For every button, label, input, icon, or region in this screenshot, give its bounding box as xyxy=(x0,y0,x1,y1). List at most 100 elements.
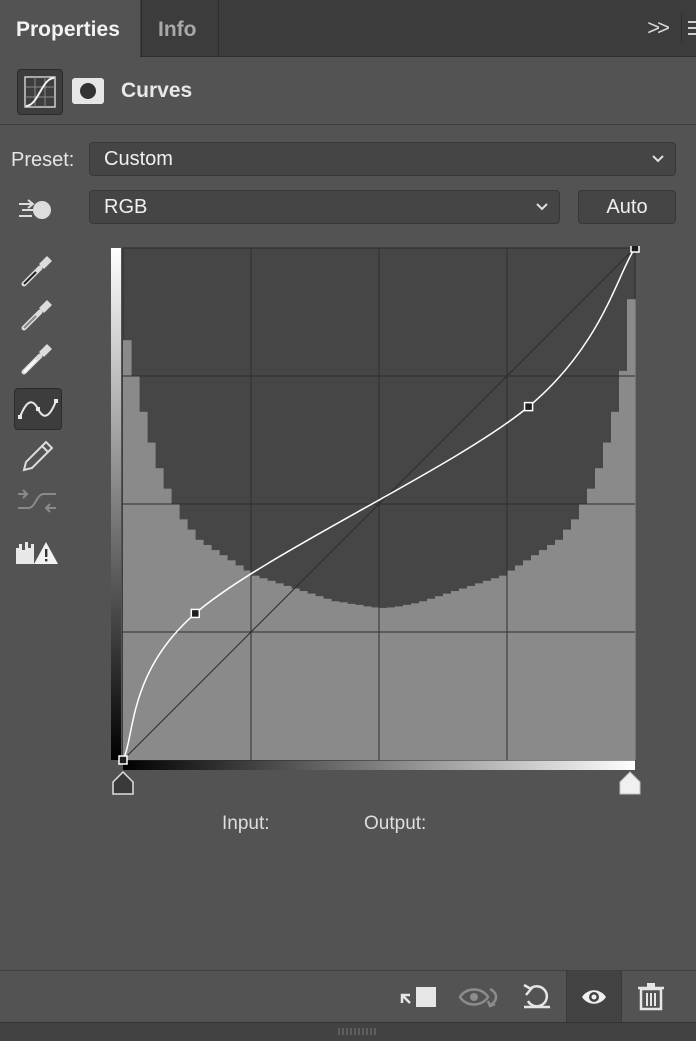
delete-icon xyxy=(638,983,664,1011)
black-point-slider[interactable] xyxy=(112,770,134,795)
histogram-bar xyxy=(267,580,276,760)
histogram-bar xyxy=(155,468,164,760)
histogram-bar xyxy=(451,591,460,760)
panel-menu-icon[interactable] xyxy=(681,14,696,42)
histogram-bar xyxy=(475,583,484,760)
histogram-bar xyxy=(227,560,236,760)
gray-point-eyedropper[interactable] xyxy=(14,294,60,334)
curves-adjustment-icon[interactable] xyxy=(17,69,63,115)
histogram-bar xyxy=(619,370,628,760)
bottom-action-bar xyxy=(0,970,696,1023)
channel-dropdown[interactable]: RGB xyxy=(89,190,560,224)
histogram-bar xyxy=(427,598,436,760)
output-label: Output: xyxy=(364,813,427,834)
edit-points-curve-icon xyxy=(18,399,58,419)
histogram-bar xyxy=(483,580,492,760)
histogram-bar xyxy=(147,442,156,760)
curve-control-point[interactable] xyxy=(523,401,534,412)
white-point-eyedropper[interactable] xyxy=(14,338,60,378)
edit-points-tool[interactable] xyxy=(14,388,62,430)
histogram-bar xyxy=(523,560,532,760)
white-point-slider[interactable] xyxy=(619,771,641,795)
histogram-bar xyxy=(259,578,268,760)
smooth-curve-tool[interactable] xyxy=(14,482,60,522)
histogram-bar xyxy=(467,585,476,760)
panel-resize-grip[interactable] xyxy=(0,1022,696,1041)
auto-button[interactable]: Auto xyxy=(578,190,676,224)
histogram-bar xyxy=(547,544,556,760)
black-point-eyedropper[interactable] xyxy=(14,250,60,290)
histogram-bar xyxy=(315,596,324,760)
curves-graph-canvas[interactable] xyxy=(108,243,646,806)
view-previous-state-icon xyxy=(458,987,498,1008)
draw-pencil-tool[interactable] xyxy=(14,436,60,476)
histogram-bar xyxy=(531,555,540,760)
curve-control-point[interactable] xyxy=(190,608,201,619)
curve-control-point[interactable] xyxy=(630,243,640,253)
white-point-eyedropper-icon xyxy=(21,344,52,375)
curves-graph[interactable] xyxy=(108,243,646,806)
input-label: Input: xyxy=(222,813,270,834)
histogram-bar xyxy=(627,299,636,760)
histogram-bar xyxy=(187,529,196,760)
histogram-bar xyxy=(139,411,148,760)
histogram-bar xyxy=(331,601,340,760)
draw-pencil-icon xyxy=(22,440,54,472)
clip-to-layer-button[interactable] xyxy=(392,971,446,1023)
gray-point-eyedropper-icon xyxy=(21,300,52,331)
curve-control-point[interactable] xyxy=(118,755,128,765)
tab-controls: >> xyxy=(647,14,696,42)
histogram-bar xyxy=(419,601,428,760)
preset-value: Custom xyxy=(104,148,173,170)
histogram-bar xyxy=(587,488,596,760)
tab-properties[interactable]: Properties xyxy=(0,0,140,57)
histogram-bar xyxy=(411,603,420,760)
delete-button[interactable] xyxy=(624,971,678,1023)
histogram-bar xyxy=(507,570,516,760)
reset-button[interactable] xyxy=(510,971,564,1023)
histogram-bar xyxy=(379,607,388,760)
clipping-warning-tool[interactable] xyxy=(14,534,60,574)
histogram-bar xyxy=(395,606,404,760)
smooth-curve-icon xyxy=(18,489,56,513)
collapse-panel-button[interactable]: >> xyxy=(647,15,670,41)
histogram-bar xyxy=(251,575,260,760)
toggle-visibility-button[interactable] xyxy=(566,971,622,1023)
histogram-bar xyxy=(443,593,452,760)
histogram-bar xyxy=(539,550,548,760)
histogram-bar xyxy=(195,539,204,760)
histogram-bar xyxy=(435,596,444,760)
histogram-bar xyxy=(363,606,372,760)
histogram-bar xyxy=(515,565,524,760)
histogram-bar xyxy=(283,585,292,760)
histogram-bar xyxy=(347,603,356,760)
view-previous-state-button[interactable] xyxy=(452,971,506,1023)
panel-tab-bar: Properties Info >> xyxy=(0,0,696,57)
histogram-bar xyxy=(179,519,188,760)
preset-dropdown[interactable]: Custom xyxy=(89,142,676,176)
histogram-bar xyxy=(355,604,364,760)
histogram-bar xyxy=(555,539,564,760)
adjustment-header: Curves xyxy=(0,57,696,125)
preset-label: Preset: xyxy=(11,149,75,171)
histogram-bar xyxy=(491,578,500,760)
clip-to-layer-icon xyxy=(400,987,436,1007)
histogram-bar xyxy=(235,565,244,760)
histogram-bar xyxy=(339,602,348,760)
tab-info[interactable]: Info xyxy=(141,0,219,56)
targeted-adjustment-tool[interactable] xyxy=(14,190,60,230)
histogram-bar xyxy=(123,340,132,760)
histogram-bar xyxy=(291,588,300,760)
chevron-down-icon xyxy=(535,191,549,235)
histogram-bar xyxy=(243,570,252,760)
histogram-bar xyxy=(611,411,620,760)
channel-value: RGB xyxy=(104,196,148,218)
histogram-bar xyxy=(203,544,212,760)
reset-icon xyxy=(523,983,550,1009)
chevron-down-icon xyxy=(651,143,665,187)
layer-mask-icon[interactable] xyxy=(72,78,104,104)
clipping-warning-icon xyxy=(16,542,58,564)
histogram-bar xyxy=(459,588,468,760)
histogram-bar xyxy=(275,583,284,760)
histogram-bar xyxy=(219,555,228,760)
